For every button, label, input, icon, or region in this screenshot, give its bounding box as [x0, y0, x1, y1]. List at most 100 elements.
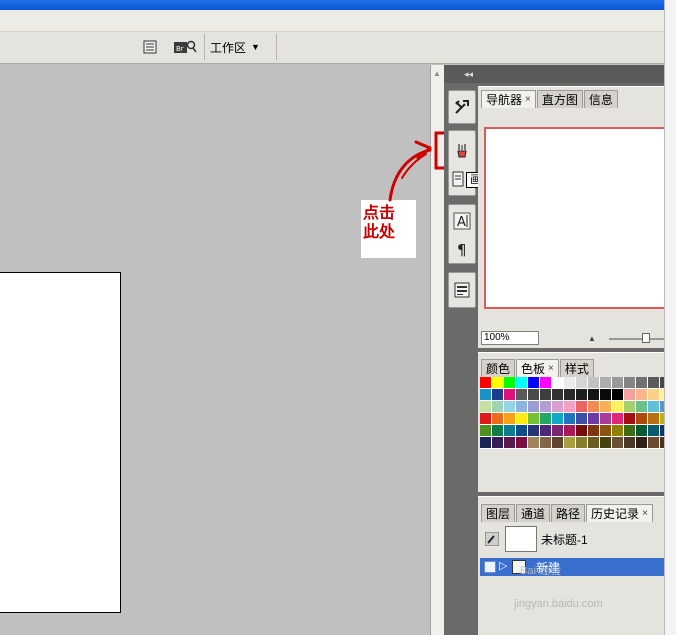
- panel-options-icon[interactable]: [140, 38, 160, 56]
- color-swatch[interactable]: [648, 425, 660, 437]
- color-swatch[interactable]: [528, 389, 540, 401]
- clone-source-icon[interactable]: [451, 168, 465, 190]
- color-swatch[interactable]: [480, 425, 492, 437]
- color-swatch[interactable]: [576, 389, 588, 401]
- color-swatch[interactable]: [492, 401, 504, 413]
- color-swatch[interactable]: [528, 437, 540, 449]
- color-swatch[interactable]: [552, 401, 564, 413]
- close-icon[interactable]: ×: [548, 361, 554, 377]
- bridge-icon[interactable]: Br: [172, 38, 198, 56]
- color-swatch[interactable]: [564, 401, 576, 413]
- color-swatch[interactable]: [540, 401, 552, 413]
- color-swatch[interactable]: [480, 413, 492, 425]
- color-swatch[interactable]: [576, 377, 588, 389]
- color-swatch[interactable]: [504, 437, 516, 449]
- color-swatch[interactable]: [552, 425, 564, 437]
- color-swatch[interactable]: [504, 413, 516, 425]
- color-swatch[interactable]: [588, 401, 600, 413]
- color-swatch[interactable]: [576, 437, 588, 449]
- color-swatch[interactable]: [636, 401, 648, 413]
- character-icon[interactable]: A: [451, 210, 473, 232]
- tab-history[interactable]: 历史记录 ×: [586, 504, 653, 522]
- color-swatch[interactable]: [600, 437, 612, 449]
- color-swatch[interactable]: [600, 377, 612, 389]
- tab-info[interactable]: 信息: [583, 90, 618, 108]
- color-swatch[interactable]: [612, 377, 624, 389]
- color-swatch[interactable]: [612, 437, 624, 449]
- color-swatch[interactable]: [552, 377, 564, 389]
- color-swatch[interactable]: [540, 377, 552, 389]
- color-swatch[interactable]: [492, 413, 504, 425]
- color-swatch[interactable]: [588, 377, 600, 389]
- color-swatch[interactable]: [564, 389, 576, 401]
- color-swatch[interactable]: [600, 401, 612, 413]
- color-swatch[interactable]: [600, 425, 612, 437]
- color-swatch[interactable]: [504, 425, 516, 437]
- color-swatch[interactable]: [636, 437, 648, 449]
- color-swatch[interactable]: [492, 437, 504, 449]
- color-swatch[interactable]: [516, 437, 528, 449]
- tab-color[interactable]: 颜色: [481, 359, 516, 377]
- brush-source-icon[interactable]: [484, 531, 500, 547]
- color-swatch[interactable]: [492, 389, 504, 401]
- color-swatch[interactable]: [528, 413, 540, 425]
- zoom-slider-handle[interactable]: [642, 333, 650, 343]
- color-swatch[interactable]: [636, 377, 648, 389]
- color-swatch[interactable]: [504, 401, 516, 413]
- color-swatch[interactable]: [480, 389, 492, 401]
- workspace-dropdown[interactable]: 工作区 ▼: [210, 38, 260, 56]
- color-swatch[interactable]: [528, 377, 540, 389]
- tab-layers[interactable]: 图层: [481, 504, 516, 522]
- tab-paths[interactable]: 路径: [551, 504, 586, 522]
- close-icon[interactable]: ×: [642, 506, 648, 522]
- color-swatch[interactable]: [624, 437, 636, 449]
- tools-icon[interactable]: [451, 96, 473, 118]
- color-swatch[interactable]: [492, 425, 504, 437]
- color-swatch[interactable]: [648, 377, 660, 389]
- snapshot-thumbnail[interactable]: [505, 526, 537, 552]
- color-swatch[interactable]: [624, 401, 636, 413]
- color-swatch[interactable]: [624, 389, 636, 401]
- color-swatch[interactable]: [612, 389, 624, 401]
- color-swatch[interactable]: [516, 413, 528, 425]
- color-swatch[interactable]: [588, 437, 600, 449]
- color-swatch[interactable]: [564, 425, 576, 437]
- color-swatch[interactable]: [540, 437, 552, 449]
- tab-styles[interactable]: 样式: [559, 359, 594, 377]
- color-swatch[interactable]: [552, 437, 564, 449]
- color-swatch[interactable]: [648, 401, 660, 413]
- color-swatch[interactable]: [624, 377, 636, 389]
- tab-swatches[interactable]: 色板 ×: [516, 359, 559, 377]
- color-swatch[interactable]: [480, 377, 492, 389]
- color-swatch[interactable]: [564, 377, 576, 389]
- color-swatch[interactable]: [576, 413, 588, 425]
- snapshot-label[interactable]: 未标题-1: [541, 531, 588, 548]
- color-swatch[interactable]: [636, 425, 648, 437]
- color-swatch[interactable]: [612, 425, 624, 437]
- color-swatch[interactable]: [528, 401, 540, 413]
- tab-channels[interactable]: 通道: [516, 504, 551, 522]
- color-swatch[interactable]: [516, 377, 528, 389]
- color-swatch[interactable]: [492, 377, 504, 389]
- color-swatch[interactable]: [624, 425, 636, 437]
- panel-collapse-bar[interactable]: [478, 65, 664, 83]
- zoom-out-icon[interactable]: ▲: [588, 334, 596, 343]
- history-source-checkbox[interactable]: [484, 561, 496, 573]
- color-swatch[interactable]: [648, 413, 660, 425]
- close-icon[interactable]: ×: [525, 92, 531, 108]
- layer-comps-icon[interactable]: [451, 279, 473, 301]
- history-step-row[interactable]: [480, 558, 664, 576]
- navigator-preview[interactable]: [484, 127, 664, 309]
- color-swatch[interactable]: [648, 389, 660, 401]
- color-swatch[interactable]: [588, 413, 600, 425]
- color-swatch[interactable]: [612, 401, 624, 413]
- document-canvas[interactable]: [0, 272, 121, 613]
- color-swatch[interactable]: [588, 389, 600, 401]
- color-swatch[interactable]: [624, 413, 636, 425]
- color-swatch[interactable]: [540, 413, 552, 425]
- color-swatch[interactable]: [612, 413, 624, 425]
- scroll-up-icon[interactable]: ▲: [433, 69, 441, 78]
- color-swatch[interactable]: [576, 401, 588, 413]
- color-swatch[interactable]: [540, 425, 552, 437]
- color-swatch[interactable]: [480, 401, 492, 413]
